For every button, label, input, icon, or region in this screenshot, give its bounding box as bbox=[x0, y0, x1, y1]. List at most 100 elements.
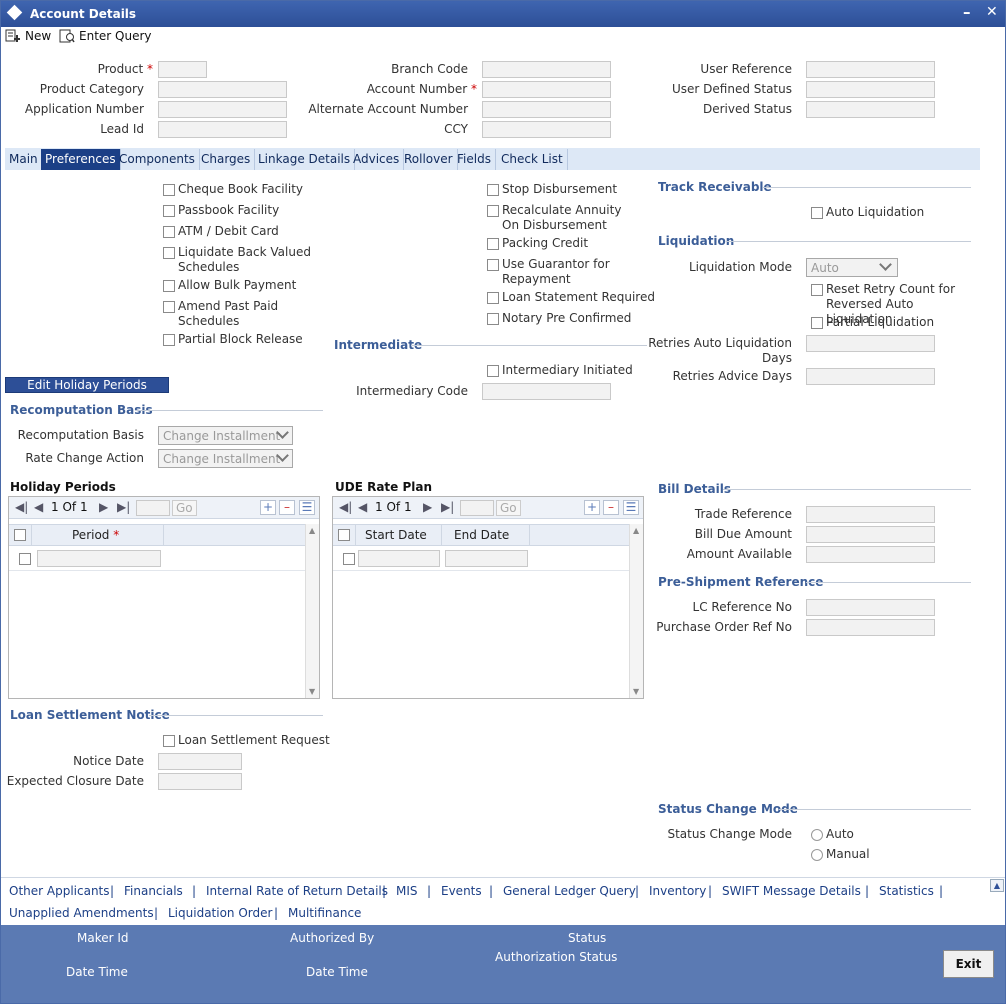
account-number-field[interactable] bbox=[482, 81, 611, 98]
link-statistics[interactable]: Statistics bbox=[879, 884, 934, 898]
exit-button[interactable]: Exit bbox=[943, 950, 994, 978]
scroll-down-icon[interactable]: ▼ bbox=[309, 687, 315, 696]
holiday-page-input[interactable] bbox=[136, 500, 170, 516]
minimize-button[interactable]: – bbox=[963, 3, 971, 21]
edit-holiday-periods-button[interactable]: Edit Holiday Periods bbox=[5, 377, 169, 393]
holiday-go-button[interactable]: Go bbox=[172, 500, 197, 516]
ude-select-all-checkbox[interactable] bbox=[338, 529, 350, 541]
close-button[interactable]: ✕ bbox=[986, 4, 998, 20]
auto-liquidation-checkbox[interactable] bbox=[811, 207, 823, 219]
prev-page-icon[interactable]: ◀ bbox=[358, 500, 367, 514]
single-view-icon[interactable]: ☰ bbox=[299, 500, 315, 515]
amount-available-field[interactable] bbox=[806, 546, 935, 563]
lc-reference-field[interactable] bbox=[806, 599, 935, 616]
last-page-icon[interactable]: ▶| bbox=[441, 500, 454, 514]
loan-settlement-request-checkbox[interactable] bbox=[163, 735, 175, 747]
link-mis[interactable]: MIS bbox=[396, 884, 418, 898]
tab-rollover[interactable]: Rollover bbox=[400, 149, 458, 170]
cheque-book-checkbox[interactable] bbox=[163, 184, 175, 196]
link-unapplied-amendments[interactable]: Unapplied Amendments bbox=[9, 906, 154, 920]
recalculate-annuity-checkbox[interactable] bbox=[487, 205, 499, 217]
link-events[interactable]: Events bbox=[441, 884, 482, 898]
prev-page-icon[interactable]: ◀ bbox=[34, 500, 43, 514]
application-number-field[interactable] bbox=[158, 101, 287, 118]
scroll-up-icon[interactable]: ▲ bbox=[633, 526, 639, 535]
holiday-period-field[interactable] bbox=[37, 550, 161, 567]
derived-status-field[interactable] bbox=[806, 101, 935, 118]
tab-main[interactable]: Main bbox=[5, 149, 43, 170]
intermediary-code-field[interactable] bbox=[482, 383, 611, 400]
end-date-field[interactable] bbox=[445, 550, 528, 567]
liquidation-mode-select[interactable]: Auto bbox=[806, 258, 898, 277]
last-page-icon[interactable]: ▶| bbox=[117, 500, 130, 514]
single-view-icon[interactable]: ☰ bbox=[623, 500, 639, 515]
tab-advices[interactable]: Advices bbox=[349, 149, 405, 170]
product-category-field[interactable] bbox=[158, 81, 287, 98]
holiday-row-checkbox[interactable] bbox=[19, 553, 31, 565]
link-multifinance[interactable]: Multifinance bbox=[288, 906, 361, 920]
allow-bulk-payment-checkbox[interactable] bbox=[163, 280, 175, 292]
link-financials[interactable]: Financials bbox=[124, 884, 183, 898]
ude-page-input[interactable] bbox=[460, 500, 494, 516]
tab-linkage-details[interactable]: Linkage Details bbox=[254, 149, 356, 170]
first-page-icon[interactable]: ◀| bbox=[339, 500, 352, 514]
retries-auto-liquidation-field[interactable] bbox=[806, 335, 935, 352]
auto-radio[interactable] bbox=[811, 829, 823, 841]
tab-charges[interactable]: Charges bbox=[197, 149, 256, 170]
link-irr-details[interactable]: Internal Rate of Return Details bbox=[206, 884, 388, 898]
link-gl-query[interactable]: General Ledger Query bbox=[503, 884, 636, 898]
add-row-icon[interactable]: + bbox=[260, 500, 276, 515]
stop-disbursement-checkbox[interactable] bbox=[487, 184, 499, 196]
tab-check-list[interactable]: Check List bbox=[497, 149, 568, 170]
trade-reference-field[interactable] bbox=[806, 506, 935, 523]
ccy-field[interactable] bbox=[482, 121, 611, 138]
expected-closure-date-field[interactable] bbox=[158, 773, 242, 790]
holiday-grid-scrollbar[interactable]: ▲ ▼ bbox=[305, 524, 319, 698]
holiday-select-all-checkbox[interactable] bbox=[14, 529, 26, 541]
user-defined-status-field[interactable] bbox=[806, 81, 935, 98]
retries-advice-field[interactable] bbox=[806, 368, 935, 385]
lead-id-field[interactable] bbox=[158, 121, 287, 138]
product-field[interactable] bbox=[158, 61, 207, 78]
link-liquidation-order[interactable]: Liquidation Order bbox=[168, 906, 272, 920]
loan-statement-checkbox[interactable] bbox=[487, 292, 499, 304]
add-row-icon[interactable]: + bbox=[584, 500, 600, 515]
first-page-icon[interactable]: ◀​| bbox=[15, 500, 28, 514]
start-date-field[interactable] bbox=[358, 550, 440, 567]
next-page-icon[interactable]: ▶ bbox=[423, 500, 432, 514]
manual-radio[interactable] bbox=[811, 849, 823, 861]
liquidate-back-valued-checkbox[interactable] bbox=[163, 247, 175, 259]
collapse-up-icon[interactable]: ▲ bbox=[990, 879, 1004, 892]
ude-grid-scrollbar[interactable]: ▲ ▼ bbox=[629, 524, 643, 698]
partial-liquidation-checkbox[interactable] bbox=[811, 317, 823, 329]
rate-change-action-select[interactable]: Change Installment bbox=[158, 449, 293, 468]
amend-past-paid-checkbox[interactable] bbox=[163, 301, 175, 313]
ude-row-checkbox[interactable] bbox=[343, 553, 355, 565]
reset-retry-checkbox[interactable] bbox=[811, 284, 823, 296]
scroll-down-icon[interactable]: ▼ bbox=[633, 687, 639, 696]
atm-debit-card-checkbox[interactable] bbox=[163, 226, 175, 238]
partial-block-release-checkbox[interactable] bbox=[163, 334, 175, 346]
enter-query-button[interactable]: Enter Query bbox=[59, 29, 152, 43]
new-button[interactable]: New bbox=[5, 29, 51, 43]
delete-row-icon[interactable]: – bbox=[279, 500, 295, 515]
notice-date-field[interactable] bbox=[158, 753, 242, 770]
recomputation-basis-select[interactable]: Change Installment bbox=[158, 426, 293, 445]
link-other-applicants[interactable]: Other Applicants bbox=[9, 884, 110, 898]
bill-due-amount-field[interactable] bbox=[806, 526, 935, 543]
delete-row-icon[interactable]: – bbox=[603, 500, 619, 515]
ude-go-button[interactable]: Go bbox=[496, 500, 521, 516]
intermediary-initiated-checkbox[interactable] bbox=[487, 365, 499, 377]
purchase-order-ref-field[interactable] bbox=[806, 619, 935, 636]
alternate-account-number-field[interactable] bbox=[482, 101, 611, 118]
scroll-up-icon[interactable]: ▲ bbox=[309, 526, 315, 535]
use-guarantor-checkbox[interactable] bbox=[487, 259, 499, 271]
tab-preferences[interactable]: Preferences bbox=[41, 149, 121, 170]
next-page-icon[interactable]: ▶ bbox=[99, 500, 108, 514]
branch-code-field[interactable] bbox=[482, 61, 611, 78]
user-reference-field[interactable] bbox=[806, 61, 935, 78]
link-inventory[interactable]: Inventory bbox=[649, 884, 706, 898]
link-swift-message-details[interactable]: SWIFT Message Details bbox=[722, 884, 861, 898]
notary-pre-confirmed-checkbox[interactable] bbox=[487, 313, 499, 325]
passbook-checkbox[interactable] bbox=[163, 205, 175, 217]
